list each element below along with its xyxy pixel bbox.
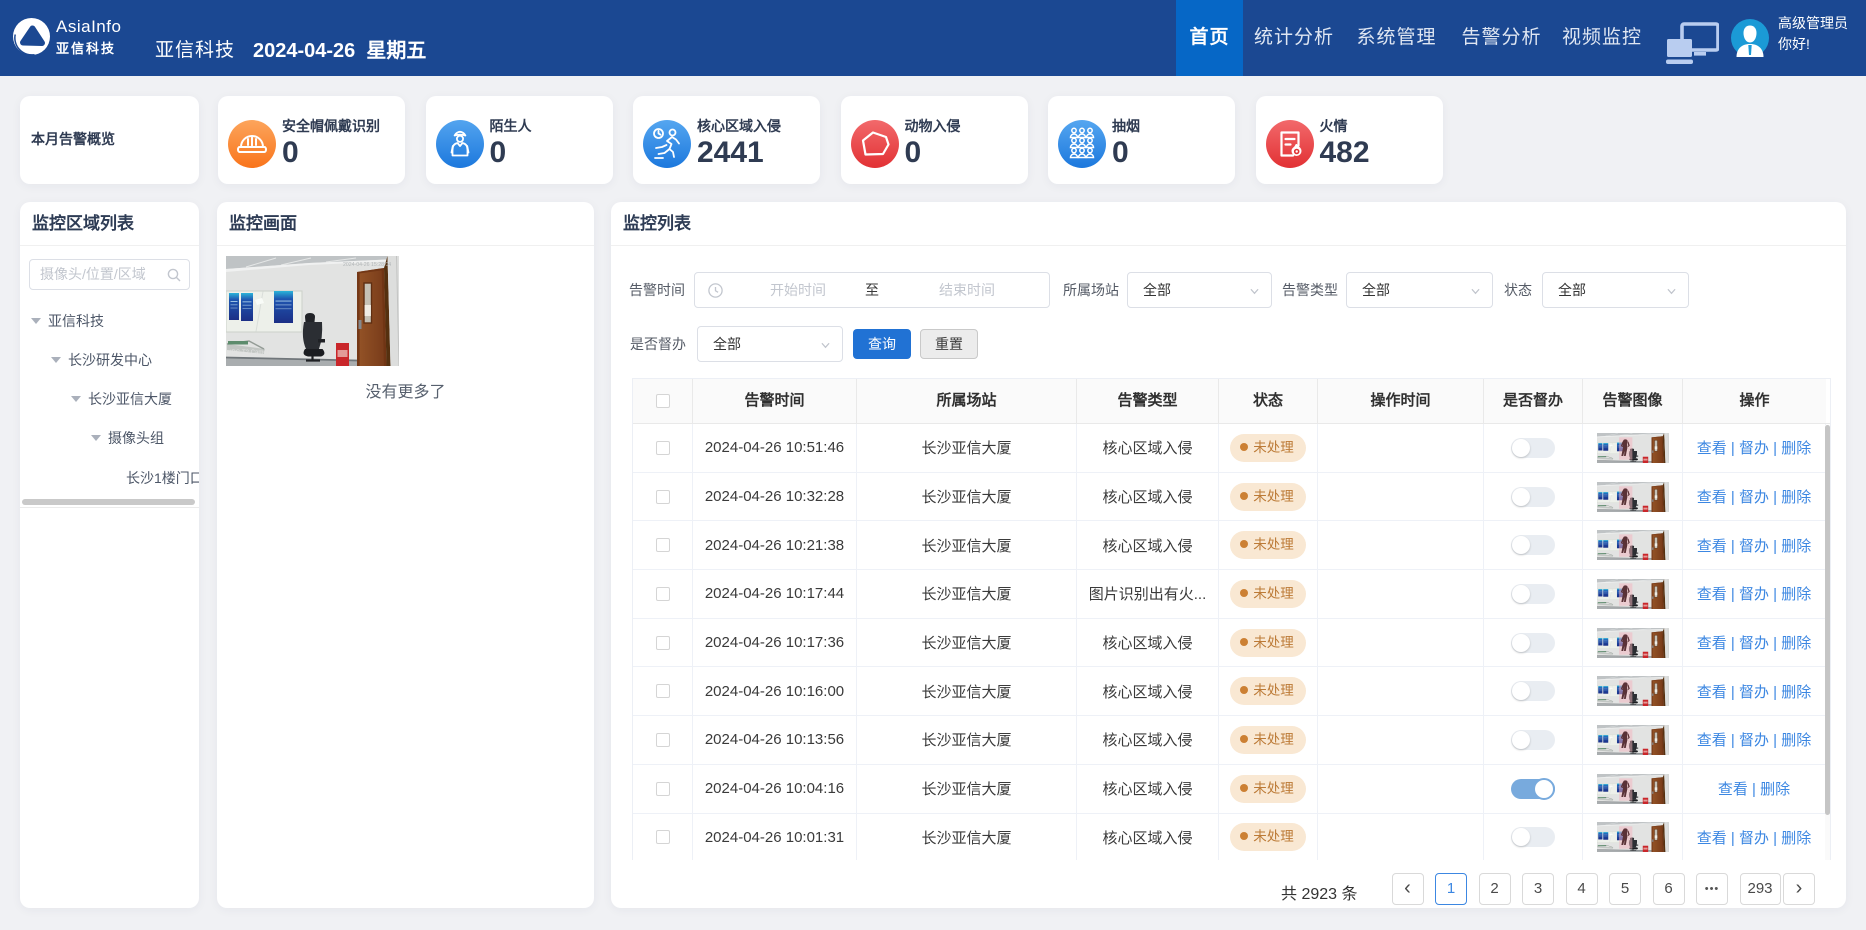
svg-text:2024-04-26 15:28:04: 2024-04-26 15:28:04	[343, 262, 391, 268]
svg-text:IPC-T2 Camera: IPC-T2 Camera	[230, 350, 273, 356]
